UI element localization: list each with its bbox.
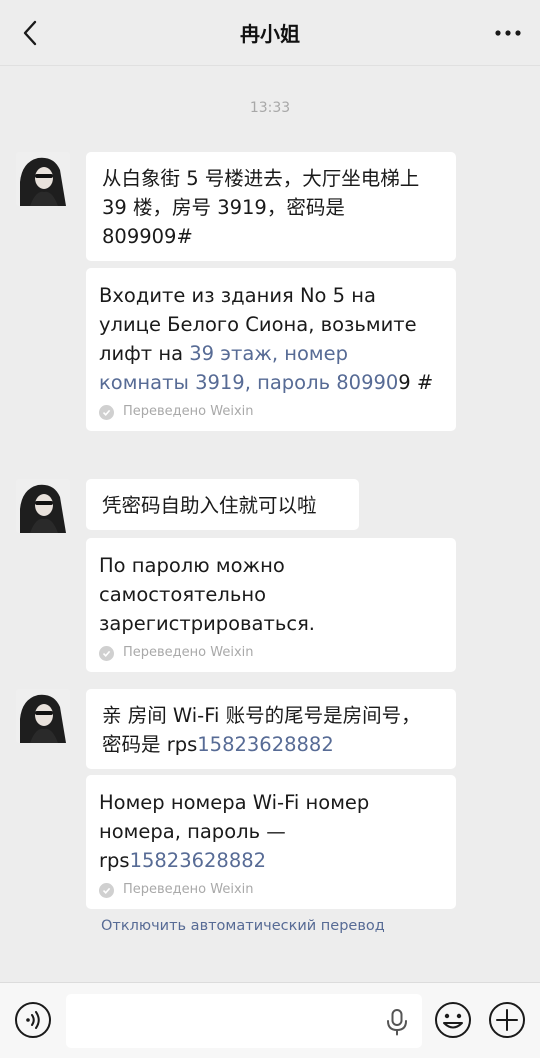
voice-icon bbox=[15, 1002, 51, 1038]
message-bubble[interactable]: 亲 房间 Wi-Fi 账号的尾号是房间号，密码是 rps15823628882 bbox=[86, 689, 456, 769]
voice-button[interactable] bbox=[13, 1000, 53, 1040]
translation-bubble[interactable]: По паролю можно самостоятельно зарегистр… bbox=[86, 538, 456, 672]
check-icon bbox=[99, 404, 114, 420]
plus-icon bbox=[489, 1002, 525, 1038]
translation-plain: По паролю можно самостоятельно зарегистр… bbox=[99, 554, 315, 635]
translation-text: Номер номера Wi-Fi номер номера, пароль … bbox=[99, 788, 443, 875]
check-icon bbox=[99, 645, 114, 661]
more-dots-icon bbox=[495, 30, 521, 36]
back-button[interactable] bbox=[12, 14, 48, 52]
back-arrow-icon bbox=[23, 20, 37, 46]
message-text: 从白象街 5 号楼进去，大厅坐电梯上39 楼，房号 3919，密码是 80990… bbox=[102, 167, 420, 248]
message-text: 凭密码自助入住就可以啦 bbox=[102, 494, 317, 517]
avatar-image bbox=[16, 152, 70, 206]
chat-title: 冉小姐 bbox=[240, 22, 300, 46]
avatar-image bbox=[16, 479, 70, 533]
translation-tail: 9 # bbox=[398, 371, 434, 394]
emoji-icon bbox=[435, 1002, 471, 1038]
emoji-button[interactable] bbox=[433, 1000, 473, 1040]
translation-text: По паролю можно самостоятельно зарегистр… bbox=[99, 551, 443, 638]
translation-note-label: Переведено Weixin bbox=[123, 645, 254, 660]
translation-bubble[interactable]: Входите из здания No 5 на улице Белого С… bbox=[86, 268, 456, 431]
message-timestamp: 13:33 bbox=[249, 100, 291, 116]
more-button[interactable] bbox=[488, 14, 528, 52]
message-bubble[interactable]: 凭密码自助入住就可以啦 bbox=[86, 479, 359, 530]
disable-auto-translate-link[interactable]: Отключить автоматический перевод bbox=[101, 918, 385, 934]
translation-note: Переведено Weixin bbox=[99, 644, 443, 662]
translation-text: Входите из здания No 5 на улице Белого С… bbox=[99, 281, 443, 397]
message-bubble[interactable]: 从白象街 5 号楼进去，大厅坐电梯上39 楼，房号 3919，密码是 80990… bbox=[86, 152, 456, 261]
avatar[interactable] bbox=[16, 479, 70, 533]
avatar[interactable] bbox=[16, 152, 70, 206]
input-bar bbox=[0, 982, 540, 1058]
message-input[interactable] bbox=[66, 994, 422, 1048]
translation-note-label: Переведено Weixin bbox=[123, 882, 254, 897]
translation-note: Переведено Weixin bbox=[99, 881, 443, 899]
avatar-image bbox=[16, 689, 70, 743]
microphone-icon[interactable] bbox=[384, 1008, 410, 1036]
top-bar: 冉小姐 bbox=[0, 0, 540, 66]
translation-note: Переведено Weixin bbox=[99, 403, 443, 421]
check-icon bbox=[99, 882, 114, 898]
more-functions-button[interactable] bbox=[487, 1000, 527, 1040]
translation-note-label: Переведено Weixin bbox=[123, 404, 254, 419]
translation-bubble[interactable]: Номер номера Wi-Fi номер номера, пароль … bbox=[86, 775, 456, 909]
phone-link[interactable]: 15823628882 bbox=[197, 733, 333, 756]
avatar[interactable] bbox=[16, 689, 70, 743]
phone-link[interactable]: 15823628882 bbox=[130, 849, 266, 872]
